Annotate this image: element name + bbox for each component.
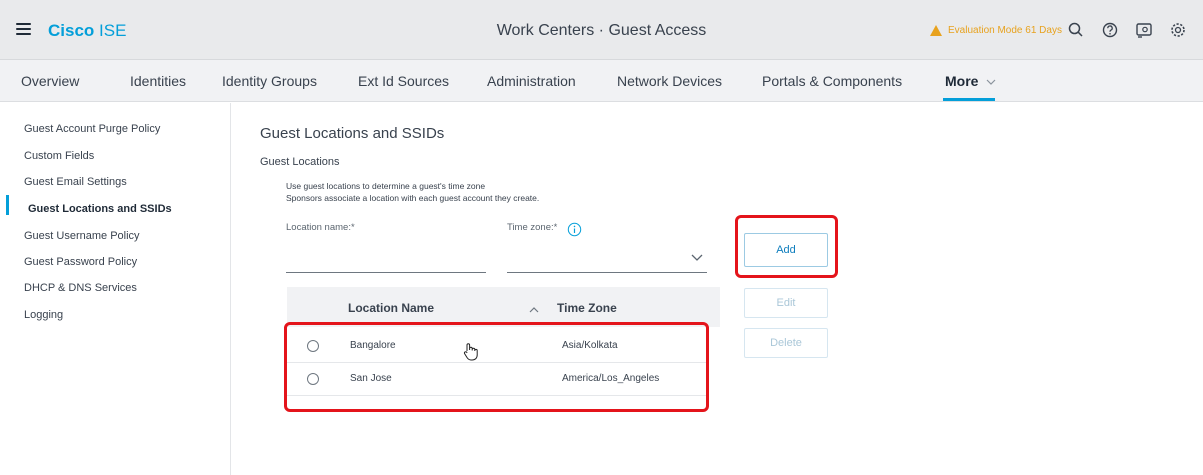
brand-logo[interactable]: Cisco ISE bbox=[48, 21, 126, 41]
sidebar-item-guest-account-purge-policy[interactable]: Guest Account Purge Policy bbox=[24, 123, 160, 135]
evaluation-notice[interactable]: Evaluation Mode 61 Days bbox=[930, 25, 1062, 36]
sidebar-item-custom-fields[interactable]: Custom Fields bbox=[24, 150, 94, 162]
cell-timezone: America/Los_Angeles bbox=[562, 373, 660, 384]
tab-more-label: More bbox=[945, 73, 979, 89]
chevron-down-icon[interactable] bbox=[690, 252, 704, 262]
tab-identities[interactable]: Identities bbox=[130, 73, 186, 89]
sidebar-item-dhcp-dns-services[interactable]: DHCP & DNS Services bbox=[24, 282, 137, 294]
top-header: Cisco ISE Work Centers · Guest Access Ev… bbox=[0, 0, 1203, 60]
tab-identity-groups[interactable]: Identity Groups bbox=[222, 73, 317, 89]
evaluation-text: Evaluation Mode 61 Days bbox=[948, 25, 1062, 36]
cell-timezone: Asia/Kolkata bbox=[562, 340, 618, 351]
top-navigation: Overview Identities Identity Groups Ext … bbox=[0, 60, 1203, 102]
row-radio-button[interactable] bbox=[307, 340, 319, 352]
column-header-time-zone[interactable]: Time Zone bbox=[557, 301, 617, 315]
info-icon[interactable] bbox=[567, 222, 582, 237]
location-name-input[interactable] bbox=[286, 253, 486, 273]
table-row[interactable]: San Jose America/Los_Angeles bbox=[287, 363, 707, 396]
time-zone-label: Time zone:* bbox=[507, 222, 558, 233]
section-subtitle: Guest Locations bbox=[260, 156, 340, 168]
delete-button[interactable]: Delete bbox=[744, 328, 828, 358]
brand-product: ISE bbox=[99, 21, 127, 40]
cell-location: Bangalore bbox=[350, 340, 396, 351]
tab-portals-components[interactable]: Portals & Components bbox=[762, 73, 902, 89]
search-icon[interactable] bbox=[1065, 19, 1087, 41]
warning-icon bbox=[930, 25, 942, 36]
section-title: Guest Locations and SSIDs bbox=[260, 125, 445, 142]
tab-administration[interactable]: Administration bbox=[487, 73, 576, 89]
hand-pointer-icon bbox=[463, 343, 478, 361]
sidebar-item-logging[interactable]: Logging bbox=[24, 309, 63, 321]
tab-overview[interactable]: Overview bbox=[21, 73, 79, 89]
table-row[interactable]: Bangalore Asia/Kolkata bbox=[287, 330, 707, 363]
row-radio-button[interactable] bbox=[307, 373, 319, 385]
tab-ext-id-sources[interactable]: Ext Id Sources bbox=[358, 73, 449, 89]
settings-icon[interactable] bbox=[1167, 19, 1189, 41]
description-line-1: Use guest locations to determine a guest… bbox=[286, 181, 486, 191]
notifications-icon[interactable] bbox=[1133, 19, 1155, 41]
edit-button[interactable]: Edit bbox=[744, 288, 828, 318]
tab-more[interactable]: More bbox=[945, 73, 996, 89]
active-tab-indicator bbox=[943, 98, 995, 101]
sidebar: Guest Account Purge Policy Custom Fields… bbox=[0, 103, 231, 475]
active-item-indicator bbox=[6, 195, 9, 215]
sidebar-item-guest-email-settings[interactable]: Guest Email Settings bbox=[24, 176, 127, 188]
sidebar-item-guest-locations-and-ssids[interactable]: Guest Locations and SSIDs bbox=[28, 203, 172, 215]
location-name-label: Location name:* bbox=[286, 222, 355, 233]
hamburger-menu-icon[interactable] bbox=[16, 23, 31, 36]
header-toolbar bbox=[1053, 19, 1189, 41]
tab-network-devices[interactable]: Network Devices bbox=[617, 73, 722, 89]
brand-name: Cisco bbox=[48, 21, 95, 40]
sort-up-icon[interactable] bbox=[528, 306, 540, 314]
chevron-down-icon bbox=[986, 79, 996, 85]
help-icon[interactable] bbox=[1099, 19, 1121, 41]
description-line-2: Sponsors associate a location with each … bbox=[286, 193, 540, 203]
cell-location: San Jose bbox=[350, 373, 392, 384]
add-button[interactable]: Add bbox=[744, 233, 828, 267]
column-header-location-name[interactable]: Location Name bbox=[348, 301, 434, 315]
time-zone-select[interactable] bbox=[507, 253, 707, 273]
sidebar-item-guest-password-policy[interactable]: Guest Password Policy bbox=[24, 256, 137, 268]
sidebar-item-guest-username-policy[interactable]: Guest Username Policy bbox=[24, 230, 140, 242]
